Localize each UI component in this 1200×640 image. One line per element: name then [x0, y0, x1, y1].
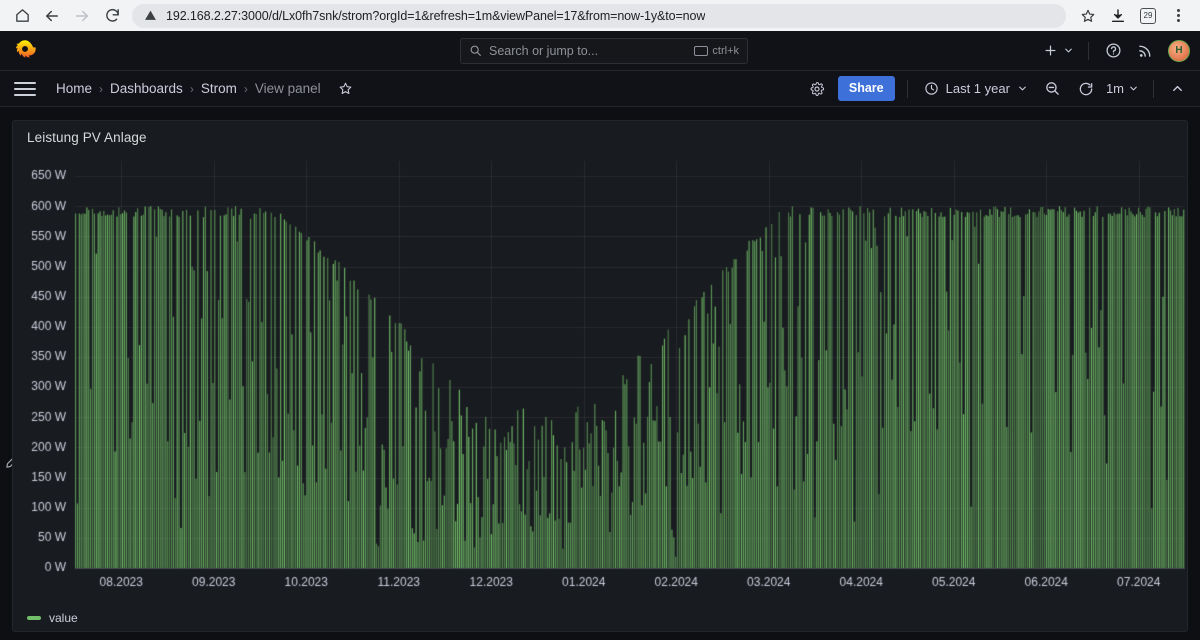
chevron-down-icon	[1063, 45, 1074, 56]
reload-icon[interactable]	[98, 2, 126, 30]
top-nav-actions: H	[1039, 37, 1190, 65]
search-input[interactable]: Search or jump to... ctrl+k	[460, 37, 748, 64]
refresh-control[interactable]: 1m	[1070, 71, 1145, 107]
breadcrumb-item-dashboards[interactable]: Dashboards	[110, 81, 183, 96]
grafana-logo[interactable]	[12, 38, 38, 64]
search-shortcut-text: ctrl+k	[712, 44, 739, 57]
time-range-label: Last 1 year	[945, 81, 1010, 96]
breadcrumb-separator: ›	[99, 81, 104, 96]
breadcrumb-item-view-panel[interactable]: View panel	[255, 81, 321, 96]
panel-title: Leistung PV Anlage	[27, 130, 147, 145]
refresh-icon[interactable]	[1076, 75, 1096, 103]
timeseries-chart[interactable]	[13, 151, 1189, 601]
star-icon[interactable]	[1074, 2, 1102, 30]
chevron-down-icon	[1128, 83, 1139, 94]
url-text: 192.168.2.27:3000/d/Lx0fh7snk/strom?orgI…	[166, 8, 706, 23]
gear-icon[interactable]	[802, 75, 832, 103]
chevron-up-icon[interactable]	[1162, 75, 1192, 103]
address-bar[interactable]: 192.168.2.27:3000/d/Lx0fh7snk/strom?orgI…	[132, 3, 1066, 28]
breadcrumb: Home › Dashboards › Strom › View panel	[56, 81, 353, 96]
not-secure-warning-icon	[144, 9, 157, 22]
panel-toolbar-actions: Share Last 1 year 1m	[802, 71, 1192, 107]
search-placeholder: Search or jump to...	[489, 43, 599, 58]
zoom-out-icon[interactable]	[1038, 75, 1068, 103]
clock-icon	[924, 81, 939, 96]
extensions-badge[interactable]: 29	[1134, 2, 1162, 30]
kebab-menu-icon[interactable]	[1164, 2, 1192, 30]
add-new-button[interactable]	[1039, 37, 1078, 65]
breadcrumb-separator: ›	[189, 81, 194, 96]
refresh-interval-label: 1m	[1105, 81, 1124, 96]
search-icon	[469, 44, 482, 57]
chart-legend: value	[27, 611, 78, 625]
help-circle-icon[interactable]	[1099, 37, 1127, 65]
breadcrumb-item-home[interactable]: Home	[56, 81, 92, 96]
extensions-count: 29	[1140, 7, 1156, 24]
chart-canvas[interactable]	[13, 151, 1189, 601]
breadcrumb-separator: ›	[243, 81, 248, 96]
panel-leistung-pv-anlage: Leistung PV Anlage value	[12, 120, 1189, 632]
legend-color-swatch	[27, 616, 41, 620]
breadcrumb-item-strom[interactable]: Strom	[201, 81, 237, 96]
grafana-top-nav: Search or jump to... ctrl+k H	[0, 31, 1200, 71]
keyboard-icon	[694, 45, 709, 56]
plus-icon	[1043, 43, 1058, 58]
breadcrumb-toolbar: Home › Dashboards › Strom › View panel S…	[0, 71, 1200, 107]
home-icon[interactable]	[8, 2, 36, 30]
browser-toolbar: 192.168.2.27:3000/d/Lx0fh7snk/strom?orgI…	[0, 0, 1200, 31]
share-button[interactable]: Share	[837, 75, 895, 102]
download-icon[interactable]	[1104, 2, 1132, 30]
user-avatar[interactable]: H	[1168, 39, 1190, 62]
legend-label-value[interactable]: value	[49, 611, 78, 625]
star-outline-icon[interactable]	[338, 81, 353, 96]
avatar-initial: H	[1175, 45, 1183, 56]
time-range-picker[interactable]: Last 1 year	[916, 77, 1036, 100]
rss-feed-icon[interactable]	[1131, 37, 1159, 65]
search-shortcut: ctrl+k	[694, 45, 739, 57]
back-icon[interactable]	[38, 2, 66, 30]
chevron-down-icon	[1017, 83, 1028, 94]
forward-icon	[68, 2, 96, 30]
hamburger-menu-icon[interactable]	[14, 81, 36, 96]
